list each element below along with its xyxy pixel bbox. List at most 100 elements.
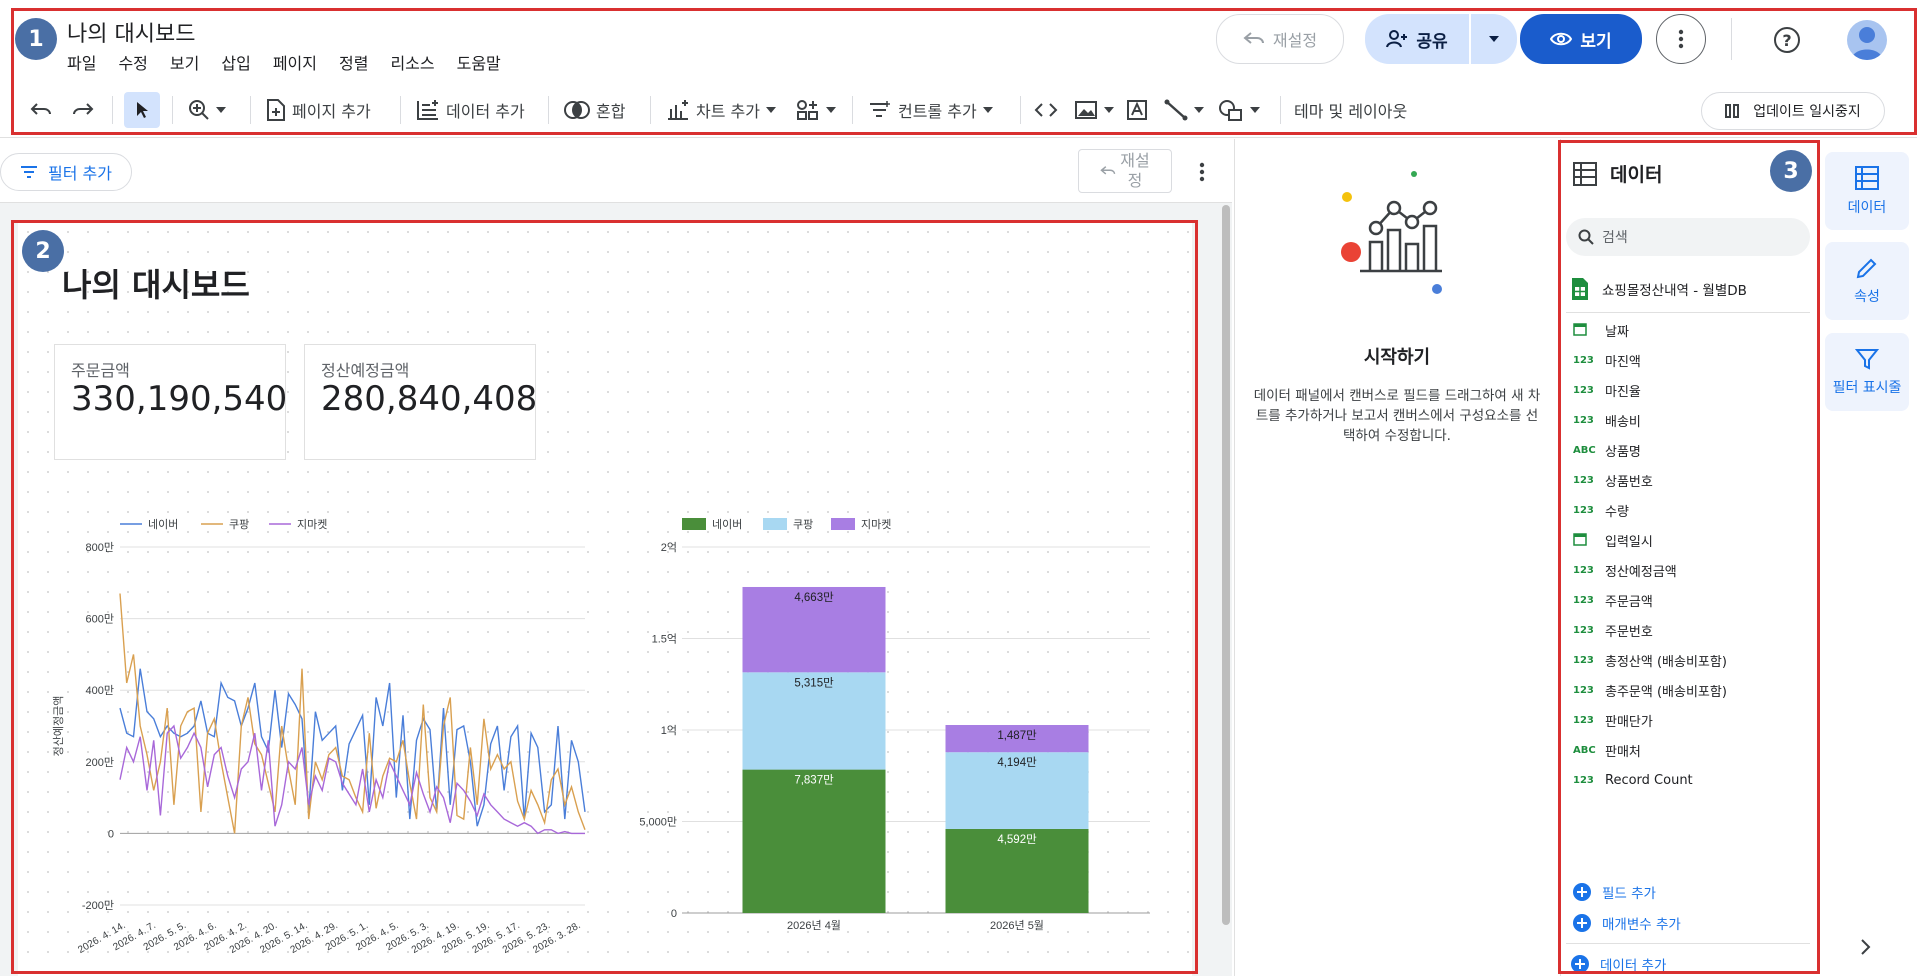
menu-page[interactable]: 페이지	[273, 50, 317, 74]
text-box-button[interactable]	[1126, 92, 1148, 128]
field-item[interactable]: 123 총정산액 (배송비포함)	[1573, 648, 1727, 672]
text-box-icon	[1126, 99, 1148, 121]
rail-properties-tab[interactable]: 속성	[1825, 242, 1909, 320]
bar-data-label: 4,194만	[997, 756, 1037, 769]
help-icon[interactable]: ?	[1774, 27, 1800, 53]
rail-filter-bar-tab[interactable]: 필터 표시줄	[1825, 333, 1909, 411]
field-item[interactable]: 123 정산예정금액	[1573, 558, 1677, 582]
share-button[interactable]: 공유	[1365, 14, 1469, 64]
pointer-icon	[135, 101, 149, 119]
canvas-more-button[interactable]	[1192, 160, 1212, 184]
y-tick-label: 800만	[86, 541, 114, 554]
field-item[interactable]: 123 마진율	[1573, 378, 1641, 402]
stacked-bar-chart[interactable]: 네이버 쿠팡 지마켓 2억 1.5억 1억 5,000만 0 7,837만 5,315만 4,663…	[620, 500, 1160, 940]
scorecard-label: 정산예정금액	[321, 361, 410, 380]
y-tick-label: 1.5억	[652, 633, 677, 646]
field-name: 판매단가	[1605, 714, 1653, 730]
line-icon	[1164, 99, 1188, 121]
blend-button[interactable]: 혼합	[564, 92, 625, 128]
line-chart[interactable]: 네이버 쿠팡 지마켓800만600만400만200만0-200만정산예정금액2026…	[40, 500, 600, 970]
share-dropdown-button[interactable]	[1471, 14, 1517, 64]
line-button[interactable]	[1164, 92, 1204, 128]
number-type-icon: 123	[1573, 624, 1594, 636]
theme-layout-button[interactable]: 테마 및 레이아웃	[1294, 92, 1407, 128]
rail-data-tab[interactable]: 데이터	[1825, 152, 1909, 230]
caret-down-icon	[1250, 107, 1260, 113]
number-type-icon: 123	[1573, 384, 1594, 396]
menu-arrange[interactable]: 정렬	[339, 50, 368, 74]
image-button[interactable]	[1074, 92, 1114, 128]
reset-button[interactable]: 재설정	[1216, 14, 1344, 64]
toolbar-divider	[548, 96, 549, 124]
select-tool-button[interactable]	[124, 92, 160, 128]
search-placeholder: 검색	[1602, 230, 1628, 246]
menu-resource[interactable]: 리소스	[390, 50, 434, 74]
menu-file[interactable]: 파일	[67, 50, 96, 74]
app-title[interactable]: 나의 대시보드	[67, 16, 195, 48]
field-item[interactable]: 123 Record Count	[1573, 768, 1693, 792]
field-item[interactable]: 123 상품번호	[1573, 468, 1653, 492]
more-options-button[interactable]	[1656, 14, 1706, 64]
undo-button[interactable]	[30, 92, 52, 128]
menu-help[interactable]: 도움말	[457, 50, 501, 74]
add-filter-label: 필터 추가	[48, 164, 112, 183]
data-panel-title: 데이터	[1610, 164, 1663, 186]
blend-icon	[564, 100, 590, 120]
field-name: 배송비	[1605, 414, 1641, 430]
field-item[interactable]: 123 판매단가	[1573, 708, 1653, 732]
field-item[interactable]: 입력일시	[1573, 528, 1653, 552]
add-parameter-button[interactable]: 매개변수 추가	[1572, 913, 1681, 933]
add-field-button[interactable]: 필드 추가	[1572, 882, 1656, 902]
add-chart-button[interactable]: 차트 추가	[666, 92, 776, 128]
field-item[interactable]: 123 배송비	[1573, 408, 1641, 432]
scorecard[interactable]: 정산예정금액 280,840,408	[304, 344, 537, 460]
field-name: 상품번호	[1605, 474, 1653, 490]
avatar[interactable]	[1847, 20, 1887, 60]
add-data-source-button[interactable]: 데이터 추가	[1570, 955, 1666, 973]
toolbar-divider	[1280, 96, 1281, 124]
canvas-reset-button[interactable]: 재설정	[1078, 149, 1172, 193]
add-filter-button[interactable]: 필터 추가	[0, 153, 132, 191]
add-control-button[interactable]: 컨트롤 추가	[868, 92, 993, 128]
field-item[interactable]: 123 총주문액 (배송비포함)	[1573, 678, 1727, 702]
toolbar-divider	[250, 96, 251, 124]
menu-view[interactable]: 보기	[170, 50, 199, 74]
shape-button[interactable]	[1218, 92, 1260, 128]
add-data-button[interactable]: 데이터 추가	[416, 92, 525, 128]
data-panel-header: 데이터	[1572, 160, 1662, 187]
field-item[interactable]: 날짜	[1573, 318, 1629, 342]
field-name: 수량	[1605, 504, 1629, 520]
field-search-input[interactable]: 검색	[1566, 218, 1810, 256]
canvas-scrollbar[interactable]	[1222, 205, 1230, 925]
start-panel-title: 시작하기	[1363, 347, 1431, 368]
field-item[interactable]: 123 마진액	[1573, 348, 1641, 372]
field-item[interactable]: 123 주문금액	[1573, 588, 1653, 612]
add-page-button[interactable]: 페이지 추가	[266, 92, 371, 128]
header-divider	[1731, 18, 1732, 60]
data-source-item[interactable]: 쇼핑몰정산내역 - 월별DB	[1572, 278, 1747, 300]
redo-button[interactable]	[72, 92, 94, 128]
menu-edit[interactable]: 수정	[118, 50, 147, 74]
field-name: 총주문액 (배송비포함)	[1605, 684, 1727, 700]
field-item[interactable]: 123 주문번호	[1573, 618, 1653, 642]
field-item[interactable]: 123 수량	[1573, 498, 1629, 522]
toolbar-divider	[1020, 96, 1021, 124]
field-item[interactable]: ABC 판매처	[1573, 738, 1641, 762]
reset-button-label: 재설정	[1272, 31, 1318, 50]
field-name: 총정산액 (배송비포함)	[1605, 654, 1727, 670]
collapse-panel-button[interactable]	[1860, 938, 1872, 960]
field-item[interactable]: ABC 상품명	[1573, 438, 1641, 462]
embed-code-button[interactable]	[1034, 92, 1058, 128]
view-button[interactable]: 보기	[1520, 14, 1642, 64]
add-control-label: 컨트롤 추가	[898, 102, 977, 121]
more-vert-icon	[1199, 162, 1205, 182]
legend-swatch	[682, 518, 706, 530]
pause-updates-button[interactable]: 업데이트 일시중지	[1701, 92, 1885, 130]
data-source-name: 쇼핑몰정산내역 - 월별DB	[1602, 283, 1747, 299]
zoom-button[interactable]	[188, 92, 226, 128]
menu-insert[interactable]: 삽입	[221, 50, 250, 74]
control-icon	[868, 100, 892, 120]
report-title[interactable]: 나의 대시보드	[62, 260, 250, 306]
scorecard[interactable]: 주문금액 330,190,540	[54, 344, 287, 460]
add-component-button[interactable]	[796, 92, 836, 128]
